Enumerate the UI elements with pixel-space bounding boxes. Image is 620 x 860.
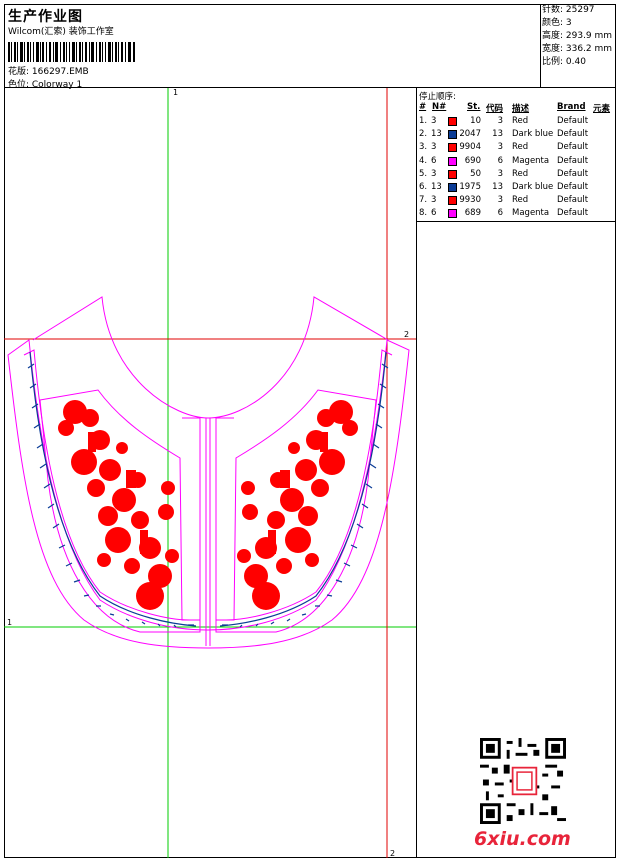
guide-label-green-left: 1 xyxy=(7,618,12,627)
guide-label-red-bottom: 2 xyxy=(390,849,395,858)
guide-label-green-top: 1 xyxy=(173,88,178,97)
guide-label-red-right: 2 xyxy=(404,330,409,339)
watermark-logo: 6xiu.com xyxy=(474,828,571,850)
floral-motif-left xyxy=(58,400,179,610)
embroidery-artwork: 1 1 2 2 xyxy=(4,88,416,858)
floral-motif-right xyxy=(237,400,358,610)
qr-code xyxy=(480,738,566,824)
collar-outline xyxy=(7,296,410,649)
